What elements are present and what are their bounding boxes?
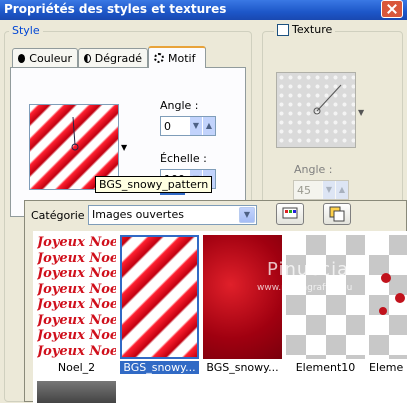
spin-down-icon[interactable]: ▼ xyxy=(189,117,202,135)
thumbnail-tooltip: BGS_snowy_pattern xyxy=(95,176,213,193)
category-select[interactable]: Images ouvertes ▼ xyxy=(88,205,257,225)
thumbnail-label: Element10 xyxy=(295,361,356,374)
thumbnail-bgs-snowy-red[interactable] xyxy=(203,235,282,359)
copy-icon xyxy=(329,206,345,222)
texture-dropdown-arrow[interactable]: ▼ xyxy=(358,108,364,117)
thumbnail-bgs-snowy-pattern[interactable] xyxy=(120,235,199,359)
watermark-text: Pinuccia xyxy=(267,259,350,280)
tab-couleur[interactable]: Couleur xyxy=(12,48,78,68)
texture-angle-icon xyxy=(313,84,342,115)
texture-checkbox-row[interactable]: Texture xyxy=(274,23,336,36)
texture-preview[interactable] xyxy=(276,72,356,148)
palette-icon xyxy=(282,207,298,219)
noel-text: Joyeux Noel xyxy=(37,343,116,359)
thumbnail-label: BGS_snowy... xyxy=(120,361,199,374)
tab-degrade[interactable]: Dégradé xyxy=(78,48,148,68)
tab-couleur-label: Couleur xyxy=(29,52,72,65)
thumbnail-label: BGS_snowy... xyxy=(206,361,279,374)
noel-text: Joyeux Noel xyxy=(37,328,116,343)
ornament-icon xyxy=(379,307,387,315)
pattern-icon xyxy=(154,53,164,63)
texture-angle-value: 45 xyxy=(297,183,311,197)
pattern-picker-popup: Catégorie : Images ouvertes ▼ Joyeux Noe… xyxy=(24,200,407,403)
noel-text: Joyeux Noel xyxy=(37,266,116,281)
category-label: Catégorie : xyxy=(31,209,92,222)
noel-text: Joyeux Noel xyxy=(37,250,116,266)
noel-text: Joyeux Noel xyxy=(37,312,116,328)
pattern-editor-button[interactable] xyxy=(276,203,304,225)
angle-label: Angle : xyxy=(160,99,199,112)
thumbnail-noel-2[interactable]: Joyeux Noel Joyeux Noel Joyeux Noel Joye… xyxy=(37,235,116,359)
half-circle-icon xyxy=(84,54,91,63)
noel-text: Joyeux Noel xyxy=(37,297,116,312)
texture-angle-spinner: 45 ▼ ▲ xyxy=(293,180,349,200)
thumbnail-element10[interactable] xyxy=(286,235,365,359)
preview-dropdown-arrow[interactable]: ▼ xyxy=(121,143,127,152)
tab-motif-label: Motif xyxy=(168,51,196,65)
style-group-label: Style xyxy=(9,24,43,37)
watermark-url: www.mariagrafica.eu xyxy=(257,283,353,293)
filled-circle-icon xyxy=(18,54,26,63)
spin-down-icon: ▼ xyxy=(322,181,335,199)
ornament-icon xyxy=(381,273,391,283)
close-button[interactable] xyxy=(381,0,403,18)
category-value: Images ouvertes xyxy=(92,208,184,221)
ornament-icon xyxy=(395,293,405,303)
window-titlebar: Propriétés des styles et textures xyxy=(0,0,407,20)
thumbnail-label: Eleme xyxy=(369,361,404,374)
window-title: Propriétés des styles et textures xyxy=(4,2,227,16)
thumbnail-label: Noel_2 xyxy=(57,361,96,374)
noel-text: Joyeux Noel xyxy=(37,281,116,297)
scale-label: Échelle : xyxy=(160,152,207,165)
thumbnail-row2[interactable] xyxy=(37,381,116,403)
spin-up-icon: ▲ xyxy=(335,181,348,199)
spin-up-icon[interactable]: ▲ xyxy=(202,117,215,135)
texture-angle-label: Angle : xyxy=(294,163,333,176)
tab-motif[interactable]: Motif xyxy=(148,46,206,68)
thumbnail-element-ornaments[interactable] xyxy=(369,235,407,359)
copy-pattern-button[interactable] xyxy=(323,203,351,225)
noel-text: Joyeux Noel xyxy=(37,235,116,250)
texture-label: Texture xyxy=(292,23,333,36)
tab-degrade-label: Dégradé xyxy=(94,52,142,65)
motif-tab-panel: ▼ Angle : 0 ▼▲ Échelle : 100 ▼▲ xyxy=(10,67,246,217)
chevron-down-icon[interactable]: ▼ xyxy=(239,207,255,223)
angle-spinner[interactable]: 0 ▼ ▲ xyxy=(160,116,216,136)
texture-checkbox[interactable] xyxy=(277,23,289,36)
angle-value: 0 xyxy=(164,119,171,133)
